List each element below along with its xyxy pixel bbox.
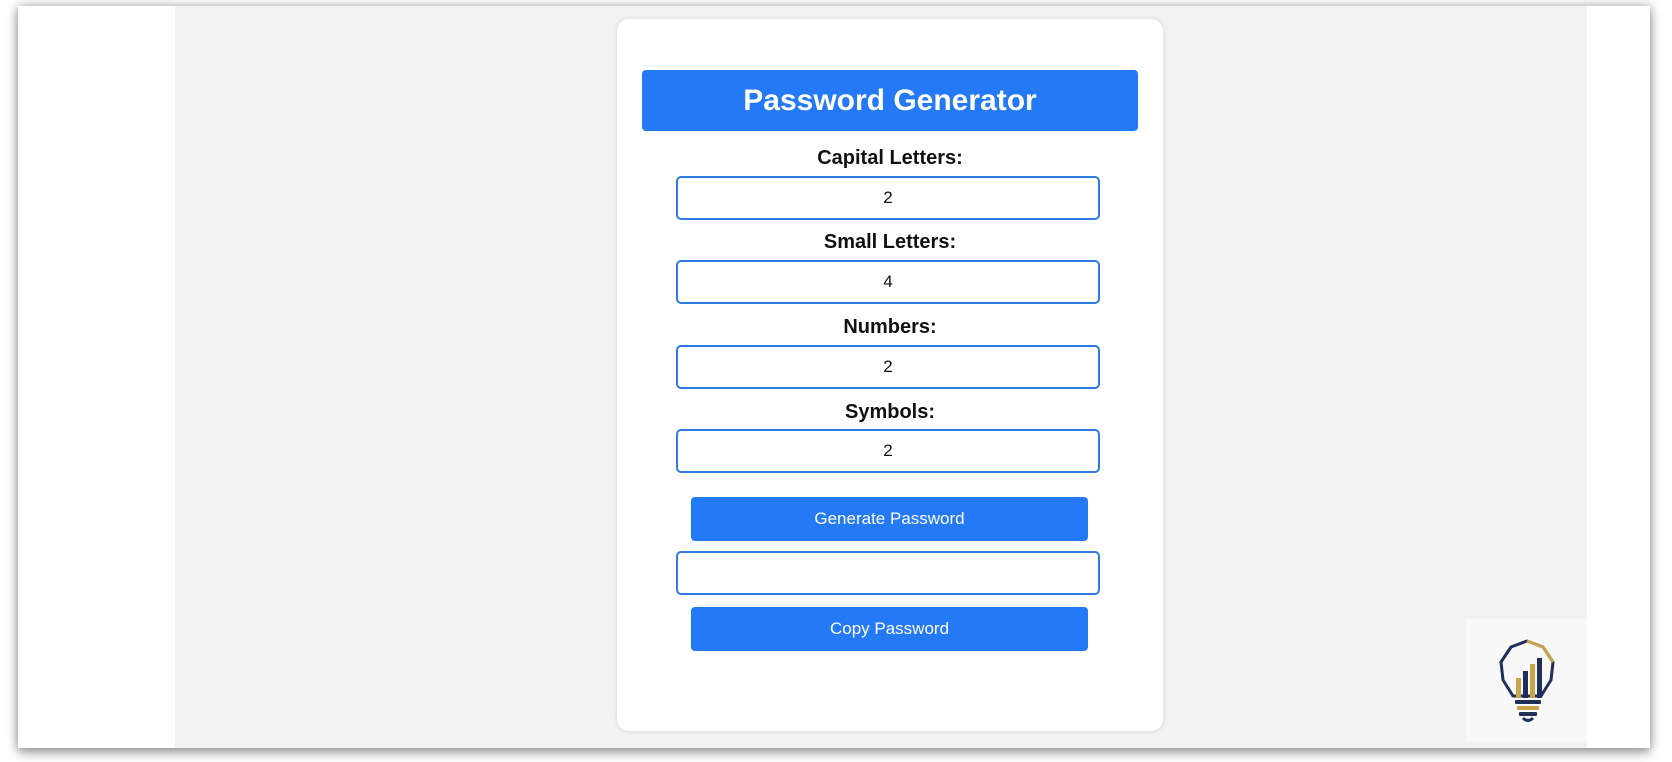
password-generator-card: Password Generator Capital Letters: Smal… bbox=[617, 19, 1163, 731]
title-banner: Password Generator bbox=[642, 70, 1138, 131]
generated-password-output[interactable] bbox=[676, 551, 1100, 595]
generate-password-button[interactable]: Generate Password bbox=[691, 497, 1088, 541]
page-title: Password Generator bbox=[743, 83, 1037, 117]
capital-letters-input[interactable] bbox=[676, 176, 1100, 220]
lightbulb-logo-icon bbox=[1499, 639, 1554, 722]
copy-password-button[interactable]: Copy Password bbox=[691, 607, 1088, 651]
browser-viewport: Password Generator Capital Letters: Smal… bbox=[18, 6, 1650, 748]
symbols-input[interactable] bbox=[676, 429, 1100, 473]
small-letters-input[interactable] bbox=[676, 260, 1100, 304]
logo-tile bbox=[1466, 619, 1587, 742]
symbols-label: Symbols: bbox=[844, 401, 936, 423]
numbers-label: Numbers: bbox=[843, 316, 937, 338]
small-letters-label: Small Letters: bbox=[823, 231, 957, 253]
capital-letters-label: Capital Letters: bbox=[817, 147, 963, 169]
numbers-input[interactable] bbox=[676, 345, 1100, 389]
